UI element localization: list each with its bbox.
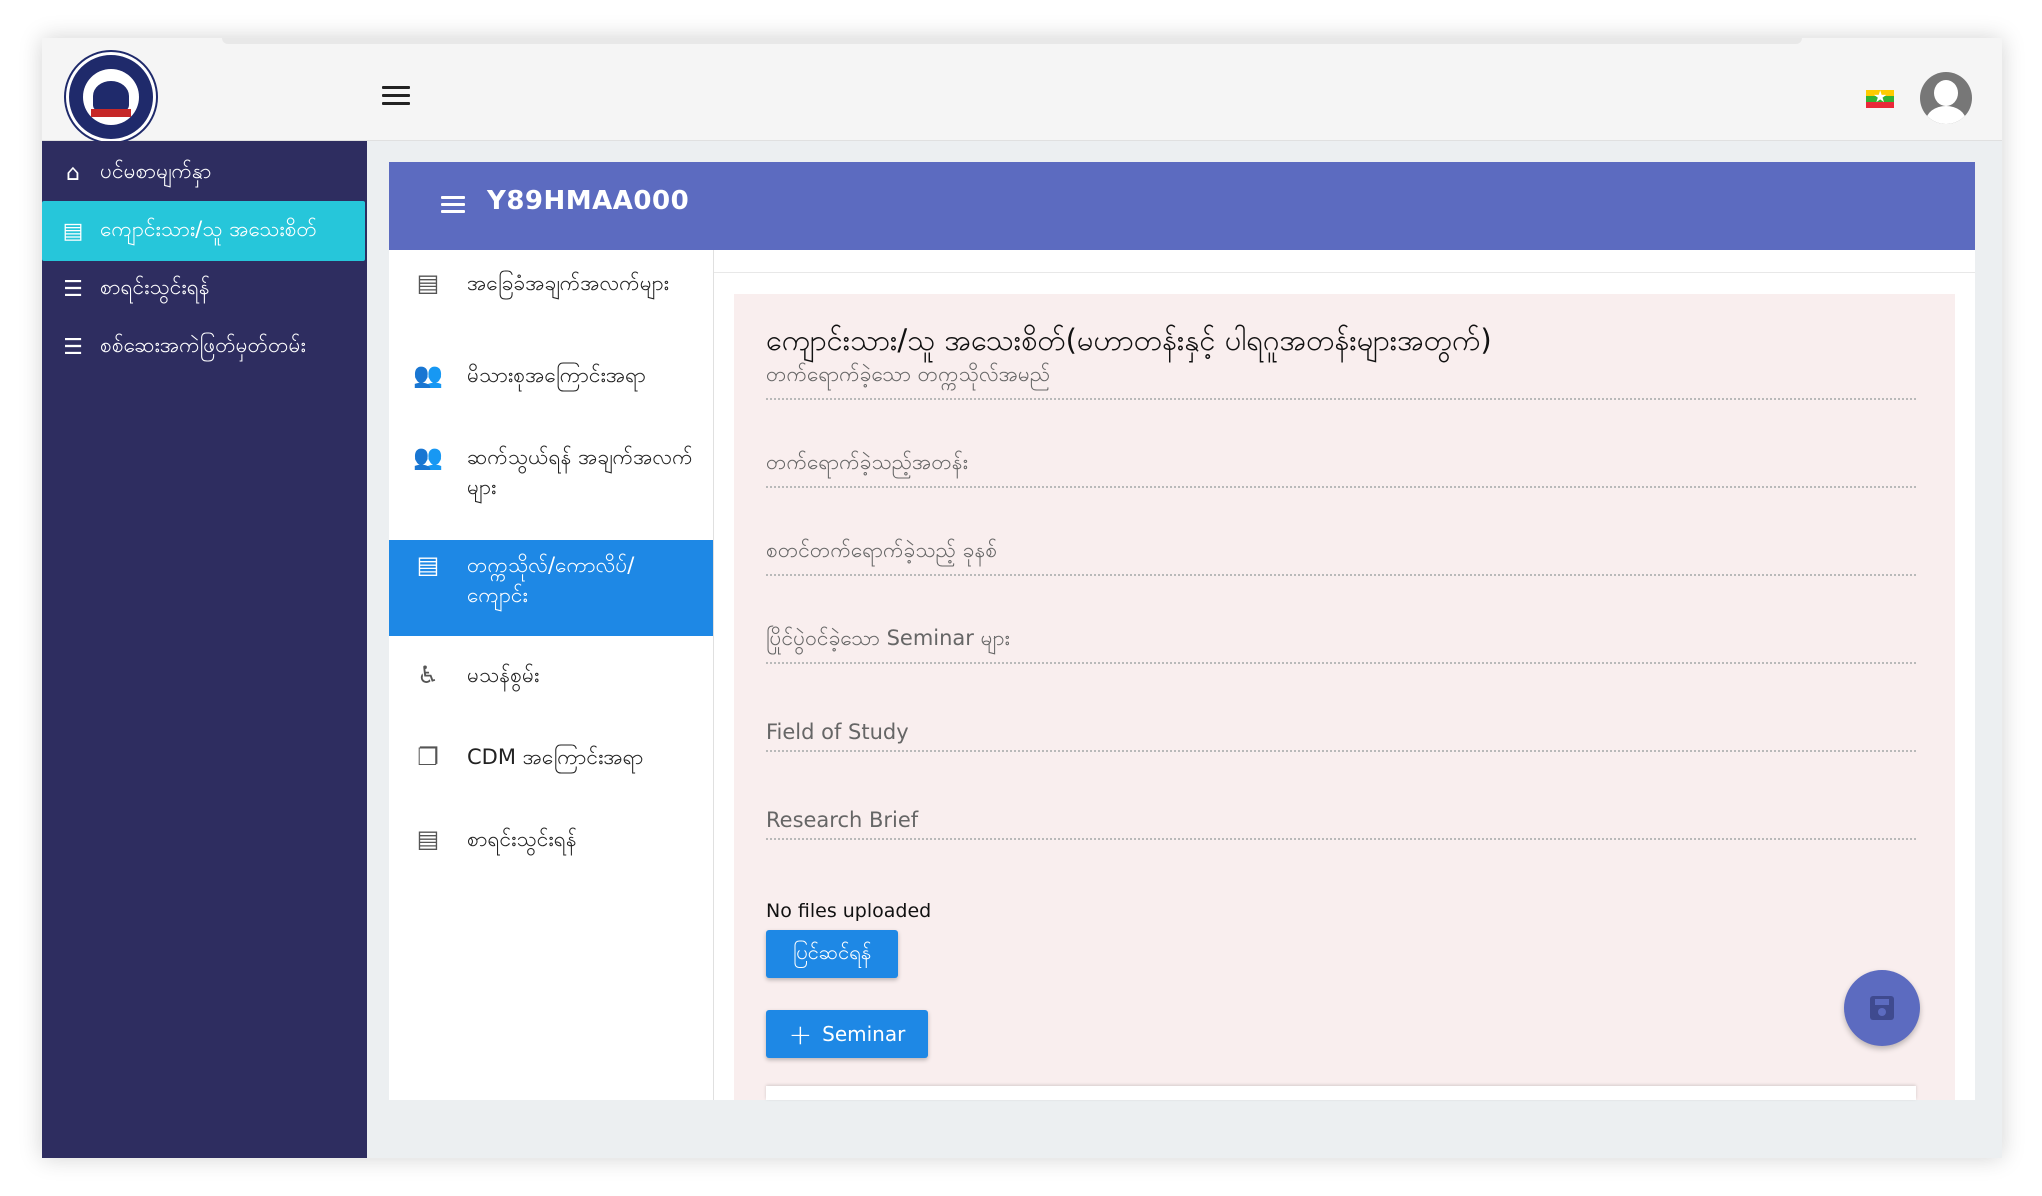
field-label: ပြိုင်ပွဲဝင်ခဲ့သော Seminar များ [766, 626, 1010, 650]
attended-class-field[interactable]: တက်ရောက်ခဲ့သည့်အတန်း [766, 440, 1916, 488]
tab-university[interactable]: ▤ တက္ကသိုလ်/ကောလိပ်/ ကျောင်း [389, 540, 713, 636]
seminar-list-card [766, 1086, 1916, 1100]
add-seminar-button[interactable]: + Seminar [766, 1010, 928, 1058]
start-year-field[interactable]: စတင်တက်ရောက်ခဲ့သည့် ခုနစ် [766, 528, 1916, 576]
document-icon: ▤ [416, 269, 440, 297]
sidebar-item-label: စာရင်းသွင်းရန် [100, 274, 210, 299]
content-top-strip [714, 250, 1975, 273]
tab-label: တက္ကသိုလ်/ကောလိပ်/ ကျောင်း [467, 553, 635, 607]
field-label: Field of Study [766, 720, 909, 744]
myanmar-flag-icon[interactable] [1866, 87, 1894, 108]
sidebar-item-label: ကျောင်းသား/သူ အသေးစိတ် [100, 216, 317, 241]
content-body: ▤ အခြေခံအချက်အလက်များ 👥 မိသားစုအကြောင်းအ… [389, 250, 1975, 1100]
field-of-study-field[interactable]: Field of Study [766, 704, 1916, 752]
save-icon [1870, 996, 1894, 1020]
tab-label: CDM အကြောင်းအရာ [467, 745, 644, 769]
tab-disability[interactable]: ♿ မသန်စွမ်း [389, 654, 713, 720]
logo-mark-icon [93, 81, 129, 111]
sidebar: ⌂ ပင်မစာမျက်နှာ ▤ ကျောင်းသား/သူ အသေးစိတ်… [42, 141, 367, 1158]
list-icon: ☰ [63, 276, 83, 302]
home-icon: ⌂ [66, 160, 80, 186]
sidebar-item-home[interactable]: ⌂ ပင်မစာမျက်နှာ [42, 143, 367, 203]
news-icon: ▤ [62, 218, 84, 244]
tab-label: အခြေခံအချက်အလက်များ [467, 271, 670, 295]
accessibility-icon: ♿ [417, 661, 439, 689]
content-menu-icon[interactable] [441, 196, 465, 217]
file-copy-icon: ❐ [417, 743, 439, 771]
add-seminar-label: Seminar [822, 1022, 906, 1046]
document-icon: ▤ [416, 825, 440, 853]
sidebar-item-assessment-record[interactable]: ☰ စစ်ဆေးအကဲဖြတ်မှတ်တမ်း [42, 317, 367, 377]
seminars-field[interactable]: ပြိုင်ပွဲဝင်ခဲ့သော Seminar များ [766, 616, 1916, 664]
news-icon: ▤ [416, 551, 440, 579]
app-window: ⌂ ပင်မစာမျက်နှာ ▤ ကျောင်းသား/သူ အသေးစိတ်… [42, 38, 2002, 1158]
no-files-text: No files uploaded [766, 900, 932, 922]
save-button[interactable] [1844, 970, 1920, 1046]
tab-registration[interactable]: ▤ စာရင်းသွင်းရန် [389, 818, 713, 884]
page-title: Y89HMAA000 [487, 186, 690, 216]
university-logo[interactable] [66, 52, 156, 142]
logo-base-icon [91, 109, 131, 117]
vertical-tabs: ▤ အခြေခံအချက်အလက်များ 👥 မိသားစုအကြောင်းအ… [389, 250, 714, 1100]
content-header: Y89HMAA000 [389, 162, 1975, 250]
add-person-icon: 👥 [413, 443, 443, 471]
tab-label: မသန်စွမ်း [467, 663, 540, 687]
university-form: ကျောင်းသား/သူ အသေးစိတ်(မဟာတန်းနှင့် ပါရဂ… [734, 294, 1955, 1100]
field-label: တက်ရောက်ခဲ့သည့်အတန်း [766, 450, 968, 474]
field-label: စတင်တက်ရောက်ခဲ့သည့် ခုနစ် [766, 538, 998, 562]
field-label: Research Brief [766, 808, 919, 832]
sidebar-item-label: ပင်မစာမျက်နှာ [100, 158, 212, 183]
sidebar-item-student-details[interactable]: ▤ ကျောင်းသား/သူ အသေးစိတ် [42, 201, 365, 261]
tab-basic-info[interactable]: ▤ အခြေခံအချက်အလက်များ [389, 262, 713, 358]
top-bar [42, 38, 2002, 142]
tab-family[interactable]: 👥 မိသားစုအကြောင်းအရာ [389, 354, 713, 420]
field-label: တက်ရောက်ခဲ့သော တက္ကသိုလ်အမည် [766, 362, 1051, 386]
research-brief-field[interactable]: Research Brief [766, 792, 1916, 840]
university-name-field[interactable]: တက်ရောက်ခဲ့သော တက္ကသိုလ်အမည် [766, 352, 1916, 400]
plus-icon: + [788, 1017, 813, 1051]
edit-button[interactable]: ပြင်ဆင်ရန် [766, 930, 898, 978]
list-icon: ☰ [63, 334, 83, 360]
tab-cdm[interactable]: ❐ CDM အကြောင်းအရာ [389, 736, 713, 802]
sidebar-item-label: စစ်ဆေးအကဲဖြတ်မှတ်တမ်း [100, 332, 306, 357]
top-strip [222, 38, 1802, 44]
add-person-icon: 👥 [413, 361, 443, 389]
tab-label: ဆက်သွယ်ရန် အချက်အလက်များ [467, 445, 693, 499]
hamburger-menu-icon[interactable] [382, 86, 410, 108]
tab-label: စာရင်းသွင်းရန် [467, 827, 577, 851]
logo-emblem [83, 69, 139, 125]
user-avatar-icon[interactable] [1920, 72, 1972, 124]
tab-label: မိသားစုအကြောင်းအရာ [467, 363, 646, 387]
tab-contact[interactable]: 👥 ဆက်သွယ်ရန် အချက်အလက်များ [389, 436, 713, 532]
sidebar-item-registration[interactable]: ☰ စာရင်းသွင်းရန် [42, 259, 367, 319]
